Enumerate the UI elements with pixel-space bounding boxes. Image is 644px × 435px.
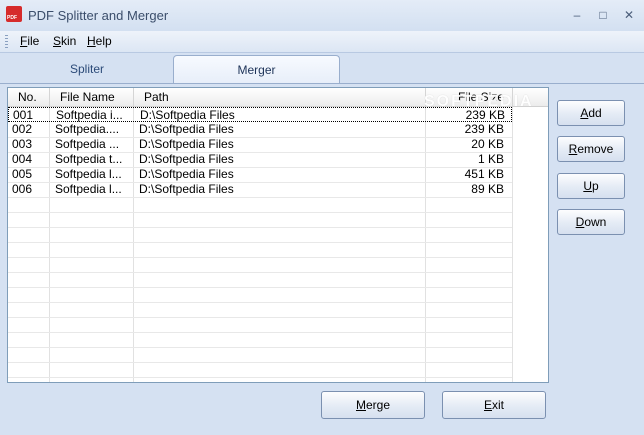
empty-row-line [8,287,512,288]
cell-no: 004 [12,152,33,166]
tab-spliter[interactable]: Spliter [2,55,172,83]
column-header-no[interactable]: No. [8,88,50,106]
exit-accesskey: E [483,398,492,412]
menu-bar: File Skin Help [0,31,644,53]
remove-button[interactable]: Remove [557,136,625,162]
empty-row-line [8,257,512,258]
cell-file-size: 239 KB [464,122,504,136]
cell-file-size: 20 KB [471,137,504,151]
menu-file[interactable]: File [20,34,39,48]
cell-file-name: Softpedia l... [55,167,122,181]
empty-row-line [8,212,512,213]
empty-row-line [8,347,512,348]
empty-row-line [8,317,512,318]
table-row[interactable]: 005 Softpedia l... D:\Softpedia Files 45… [8,167,512,183]
close-button[interactable]: ✕ [618,6,640,24]
cell-path: D:\Softpedia Files [139,167,234,181]
down-button[interactable]: Down [557,209,625,235]
table-row[interactable]: 002 Softpedia.... D:\Softpedia Files 239… [8,122,512,138]
table-row[interactable]: 004 Softpedia t... D:\Softpedia Files 1 … [8,152,512,168]
maximize-button[interactable]: □ [592,6,614,24]
add-label: dd [588,106,602,120]
column-header-path[interactable]: Path [134,88,426,106]
menu-skin-label: kin [61,34,77,48]
cell-no: 003 [12,137,33,151]
menu-skin-accesskey: S [53,34,62,48]
menu-help-label: elp [95,34,112,48]
cell-file-size: 451 KB [464,167,504,181]
merge-label: erge [365,398,391,412]
cell-no: 005 [12,167,33,181]
empty-row-line [8,227,512,228]
cell-path: D:\Softpedia Files [139,152,234,166]
app-window: PDF PDF Splitter and Merger – □ ✕ File S… [0,0,644,435]
cell-path: D:\Softpedia Files [139,182,234,196]
table-row[interactable]: 003 Softpedia ... D:\Softpedia Files 20 … [8,137,512,153]
up-button[interactable]: Up [557,173,625,199]
empty-row-line [8,332,512,333]
exit-label: xit [492,398,504,412]
cell-file-name: Softpedia ... [55,137,120,151]
cell-path: D:\Softpedia Files [139,137,234,151]
table-row[interactable]: 006 Softpedia l... D:\Softpedia Files 89… [8,182,512,198]
empty-row-line [8,377,512,378]
cell-no: 002 [12,122,33,136]
up-accesskey: U [583,179,592,193]
menu-file-label: ile [27,34,40,48]
column-divider [512,107,513,382]
cell-file-name: Softpedia t... [55,152,123,166]
window-title: PDF Splitter and Merger [28,8,169,23]
cell-no: 001 [13,108,34,122]
add-button[interactable]: Add [557,100,625,126]
toolbar-grip-icon[interactable] [5,35,8,48]
cell-file-name: Softpedia.... [55,122,120,136]
merge-button[interactable]: Merge [321,391,425,419]
menu-help[interactable]: Help [87,34,112,48]
remove-label: emove [577,142,614,156]
cell-file-size: 1 KB [477,152,504,166]
cell-file-name: Softpedia l... [55,182,122,196]
merge-accesskey: M [355,398,366,412]
menu-skin[interactable]: Skin [53,34,76,48]
title-bar[interactable]: PDF PDF Splitter and Merger – □ ✕ [0,0,644,31]
down-label: own [584,215,607,229]
table-body: 001 Softpedia i... D:\Softpedia Files 23… [8,107,548,382]
empty-row-line [8,362,512,363]
empty-row-line [8,302,512,303]
tab-merger[interactable]: Merger [173,55,340,84]
app-icon-label: PDF [7,15,17,21]
softpedia-watermark: SOFTPEDIA [424,93,534,110]
cell-path: D:\Softpedia Files [140,108,235,122]
cell-no: 006 [12,182,33,196]
up-label: p [591,179,599,193]
cell-file-size: 89 KB [471,182,504,196]
empty-row-line [8,242,512,243]
minimize-button[interactable]: – [566,6,588,24]
menu-help-accesskey: H [87,34,96,48]
remove-accesskey: R [568,142,578,156]
pdf-app-icon: PDF [6,6,22,22]
file-list-table[interactable]: No. File Name Path File Size 001 Softped… [7,87,549,383]
empty-row-line [8,272,512,273]
cell-path: D:\Softpedia Files [139,122,234,136]
exit-button[interactable]: Exit [442,391,546,419]
column-header-file-name[interactable]: File Name [50,88,134,106]
cell-file-name: Softpedia i... [56,108,123,122]
